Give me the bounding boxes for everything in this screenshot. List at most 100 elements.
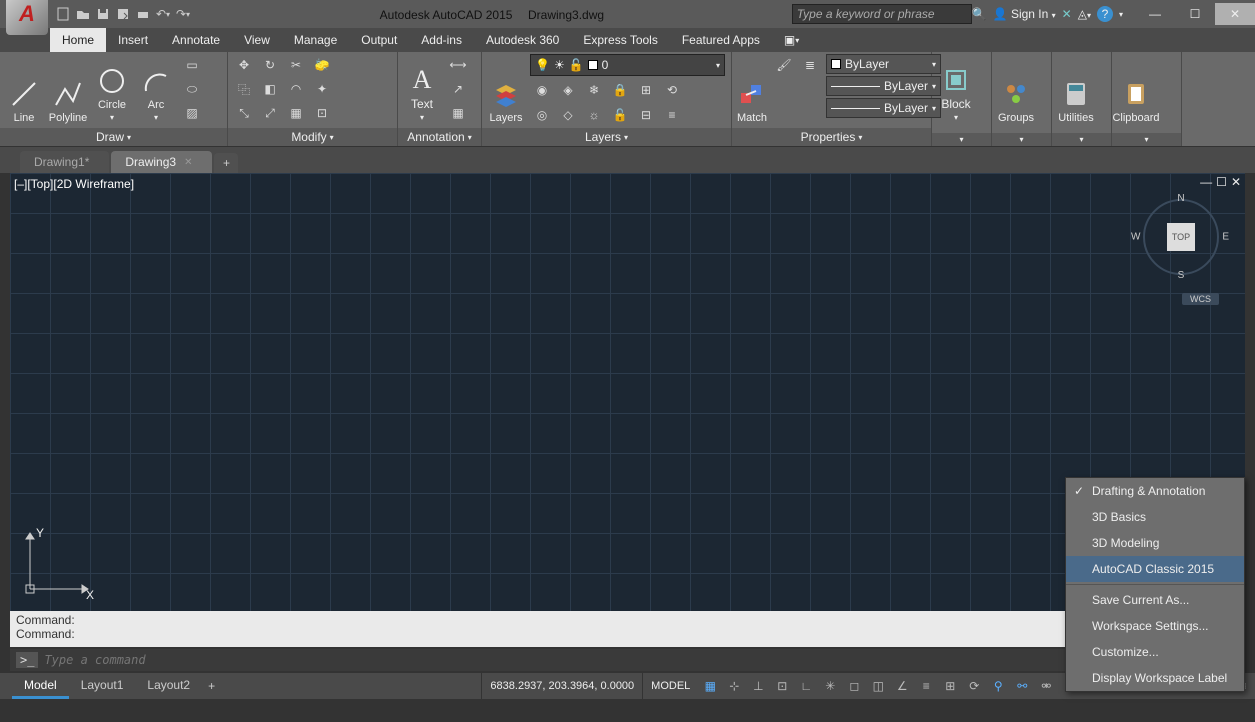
offset-icon[interactable]: ⊡ [310, 102, 334, 124]
panel-label-draw[interactable]: Draw▾ [0, 128, 227, 146]
wcs-badge[interactable]: WCS [1182, 293, 1219, 305]
infocenter-search-icon[interactable]: 🔍 [972, 7, 987, 21]
drawing-area[interactable]: [–][Top][2D Wireframe] — ☐ ✕ TOP N S E W… [10, 173, 1245, 611]
qat-new-icon[interactable] [54, 5, 72, 23]
dimension-icon[interactable]: ⟷ [446, 54, 470, 76]
close-button[interactable]: ✕ [1215, 3, 1255, 25]
doc-tab[interactable]: Drawing1* [20, 151, 109, 173]
polyline-button[interactable]: Polyline [48, 54, 88, 124]
layout-tab-model[interactable]: Model [12, 674, 69, 699]
maximize-button[interactable]: ☐ [1175, 3, 1215, 25]
explode-icon[interactable]: ✦ [310, 78, 334, 100]
fillet-icon[interactable]: ◠ [284, 78, 308, 100]
match-prop-button[interactable]: Match [736, 54, 768, 124]
block-button[interactable]: Block▾ [936, 54, 976, 124]
ortho-toggle-icon[interactable]: ∟ [794, 673, 818, 699]
line-button[interactable]: Line [4, 54, 44, 124]
grid-toggle-icon[interactable]: ▦ [698, 673, 722, 699]
layer-thaw-icon[interactable]: ☼ [582, 104, 606, 126]
layer-uniso-icon[interactable]: ◇ [556, 104, 580, 126]
panel-label-block[interactable]: ▾ [932, 133, 991, 146]
color-combo[interactable]: ByLayer▾ [826, 54, 941, 74]
layer-unlock-icon[interactable]: 🔓 [608, 104, 632, 126]
clipboard-button[interactable]: Clipboard [1116, 54, 1156, 124]
circle-button[interactable]: Circle▾ [92, 54, 132, 124]
workspace-action[interactable]: Workspace Settings... [1066, 613, 1244, 639]
signin-button[interactable]: 👤 Sign In ▾ [993, 7, 1056, 21]
app-menu-button[interactable]: A [6, 0, 48, 35]
qat-save-icon[interactable] [94, 5, 112, 23]
viewcube-east[interactable]: E [1222, 232, 1229, 243]
copy-icon[interactable]: ⿻ [232, 78, 256, 100]
help-icon[interactable]: ? [1097, 6, 1113, 22]
ribbon-flyout-icon[interactable]: ▣▾ [772, 28, 811, 52]
layout-tab-layout1[interactable]: Layout1 [69, 674, 136, 699]
sc-toggle-icon[interactable]: ⟳ [962, 673, 986, 699]
linetype-combo[interactable]: ByLayer▾ [826, 98, 941, 118]
panel-label-clipboard[interactable]: ▾ [1112, 133, 1181, 146]
layer-lock-icon[interactable]: 🔒 [608, 79, 632, 101]
menu-tab-home[interactable]: Home [50, 28, 106, 52]
view-cube[interactable]: TOP N S E W [1141, 197, 1221, 277]
mirror-icon[interactable]: ◧ [258, 78, 282, 100]
move-icon[interactable]: ✥ [232, 54, 256, 76]
coordinates-display[interactable]: 6838.2937, 203.3964, 0.0000 [481, 673, 642, 699]
exchange-icon[interactable]: ✕ [1062, 7, 1072, 21]
vp-close-icon[interactable]: ✕ [1231, 175, 1241, 189]
vp-minimize-icon[interactable]: — [1200, 175, 1212, 189]
lineweight-combo[interactable]: ByLayer▾ [826, 76, 941, 96]
viewcube-north[interactable]: N [1177, 193, 1184, 204]
osnap-toggle-icon[interactable]: ◻ [842, 673, 866, 699]
prop-list-icon[interactable]: ≣ [798, 54, 822, 76]
search-input[interactable]: Type a keyword or phrase [792, 4, 972, 24]
qat-redo-icon[interactable]: ↷▾ [174, 5, 192, 23]
layer-change-icon[interactable]: ⊟ [634, 104, 658, 126]
text-button[interactable]: A Text▾ [402, 54, 442, 124]
panel-label-properties[interactable]: Properties▾ [732, 128, 931, 146]
infer-toggle-icon[interactable]: ⊥ [746, 673, 770, 699]
close-tab-icon[interactable]: ✕ [184, 157, 192, 168]
layer-combo[interactable]: 💡 ☀ 🔓 0 ▾ [530, 54, 725, 76]
workspace-action[interactable]: Customize... [1066, 639, 1244, 665]
transparency-icon[interactable]: ⊞ [938, 673, 962, 699]
workspace-item[interactable]: Drafting & Annotation [1066, 478, 1244, 504]
trim-icon[interactable]: ✂ [284, 54, 308, 76]
array-icon[interactable]: ▦ [284, 102, 308, 124]
menu-tab-view[interactable]: View [232, 28, 282, 52]
command-input[interactable] [44, 653, 1229, 667]
autodesk360-icon[interactable]: ◬▾ [1078, 7, 1091, 21]
doc-tab[interactable]: Drawing3✕ [111, 151, 212, 173]
polar-toggle-icon[interactable]: ✳ [818, 673, 842, 699]
ellipse-icon[interactable]: ⬭ [180, 78, 204, 100]
workspace-action[interactable]: Display Workspace Label [1066, 665, 1244, 691]
stretch-icon[interactable]: ⤡ [232, 102, 256, 124]
space-toggle[interactable]: MODEL [642, 673, 698, 699]
menu-tab-manage[interactable]: Manage [282, 28, 349, 52]
3dosnap-toggle-icon[interactable]: ◫ [866, 673, 890, 699]
leader-icon[interactable]: ↗ [446, 78, 470, 100]
workspace-item[interactable]: 3D Modeling [1066, 530, 1244, 556]
utilities-button[interactable]: Utilities [1056, 54, 1096, 124]
annoscale-icon[interactable]: ⚯ [1010, 673, 1034, 699]
layer-match-icon[interactable]: ⊞ [634, 79, 658, 101]
menu-tab-express-tools[interactable]: Express Tools [571, 28, 669, 52]
viewcube-west[interactable]: W [1131, 232, 1140, 243]
snap-toggle-icon[interactable]: ⊹ [722, 673, 746, 699]
arc-button[interactable]: Arc▾ [136, 54, 176, 124]
minimize-button[interactable]: — [1135, 3, 1175, 25]
workspace-item[interactable]: AutoCAD Classic 2015 [1066, 556, 1244, 582]
layout-add-icon[interactable]: + [208, 679, 215, 693]
rotate-icon[interactable]: ↻ [258, 54, 282, 76]
qat-plot-icon[interactable] [134, 5, 152, 23]
otrack-toggle-icon[interactable]: ∠ [890, 673, 914, 699]
layer-on-icon[interactable]: ◎ [530, 104, 554, 126]
viewcube-south[interactable]: S [1178, 270, 1185, 281]
menu-tab-autodesk-360[interactable]: Autodesk 360 [474, 28, 571, 52]
menu-tab-featured-apps[interactable]: Featured Apps [670, 28, 772, 52]
vp-maximize-icon[interactable]: ☐ [1216, 175, 1227, 189]
layer-iso-icon[interactable]: ◈ [556, 79, 580, 101]
groups-button[interactable]: Groups [996, 54, 1036, 124]
panel-label-utilities[interactable]: ▾ [1052, 133, 1111, 146]
layer-off-icon[interactable]: ◉ [530, 79, 554, 101]
layer-prev-icon[interactable]: ⟲ [660, 79, 684, 101]
